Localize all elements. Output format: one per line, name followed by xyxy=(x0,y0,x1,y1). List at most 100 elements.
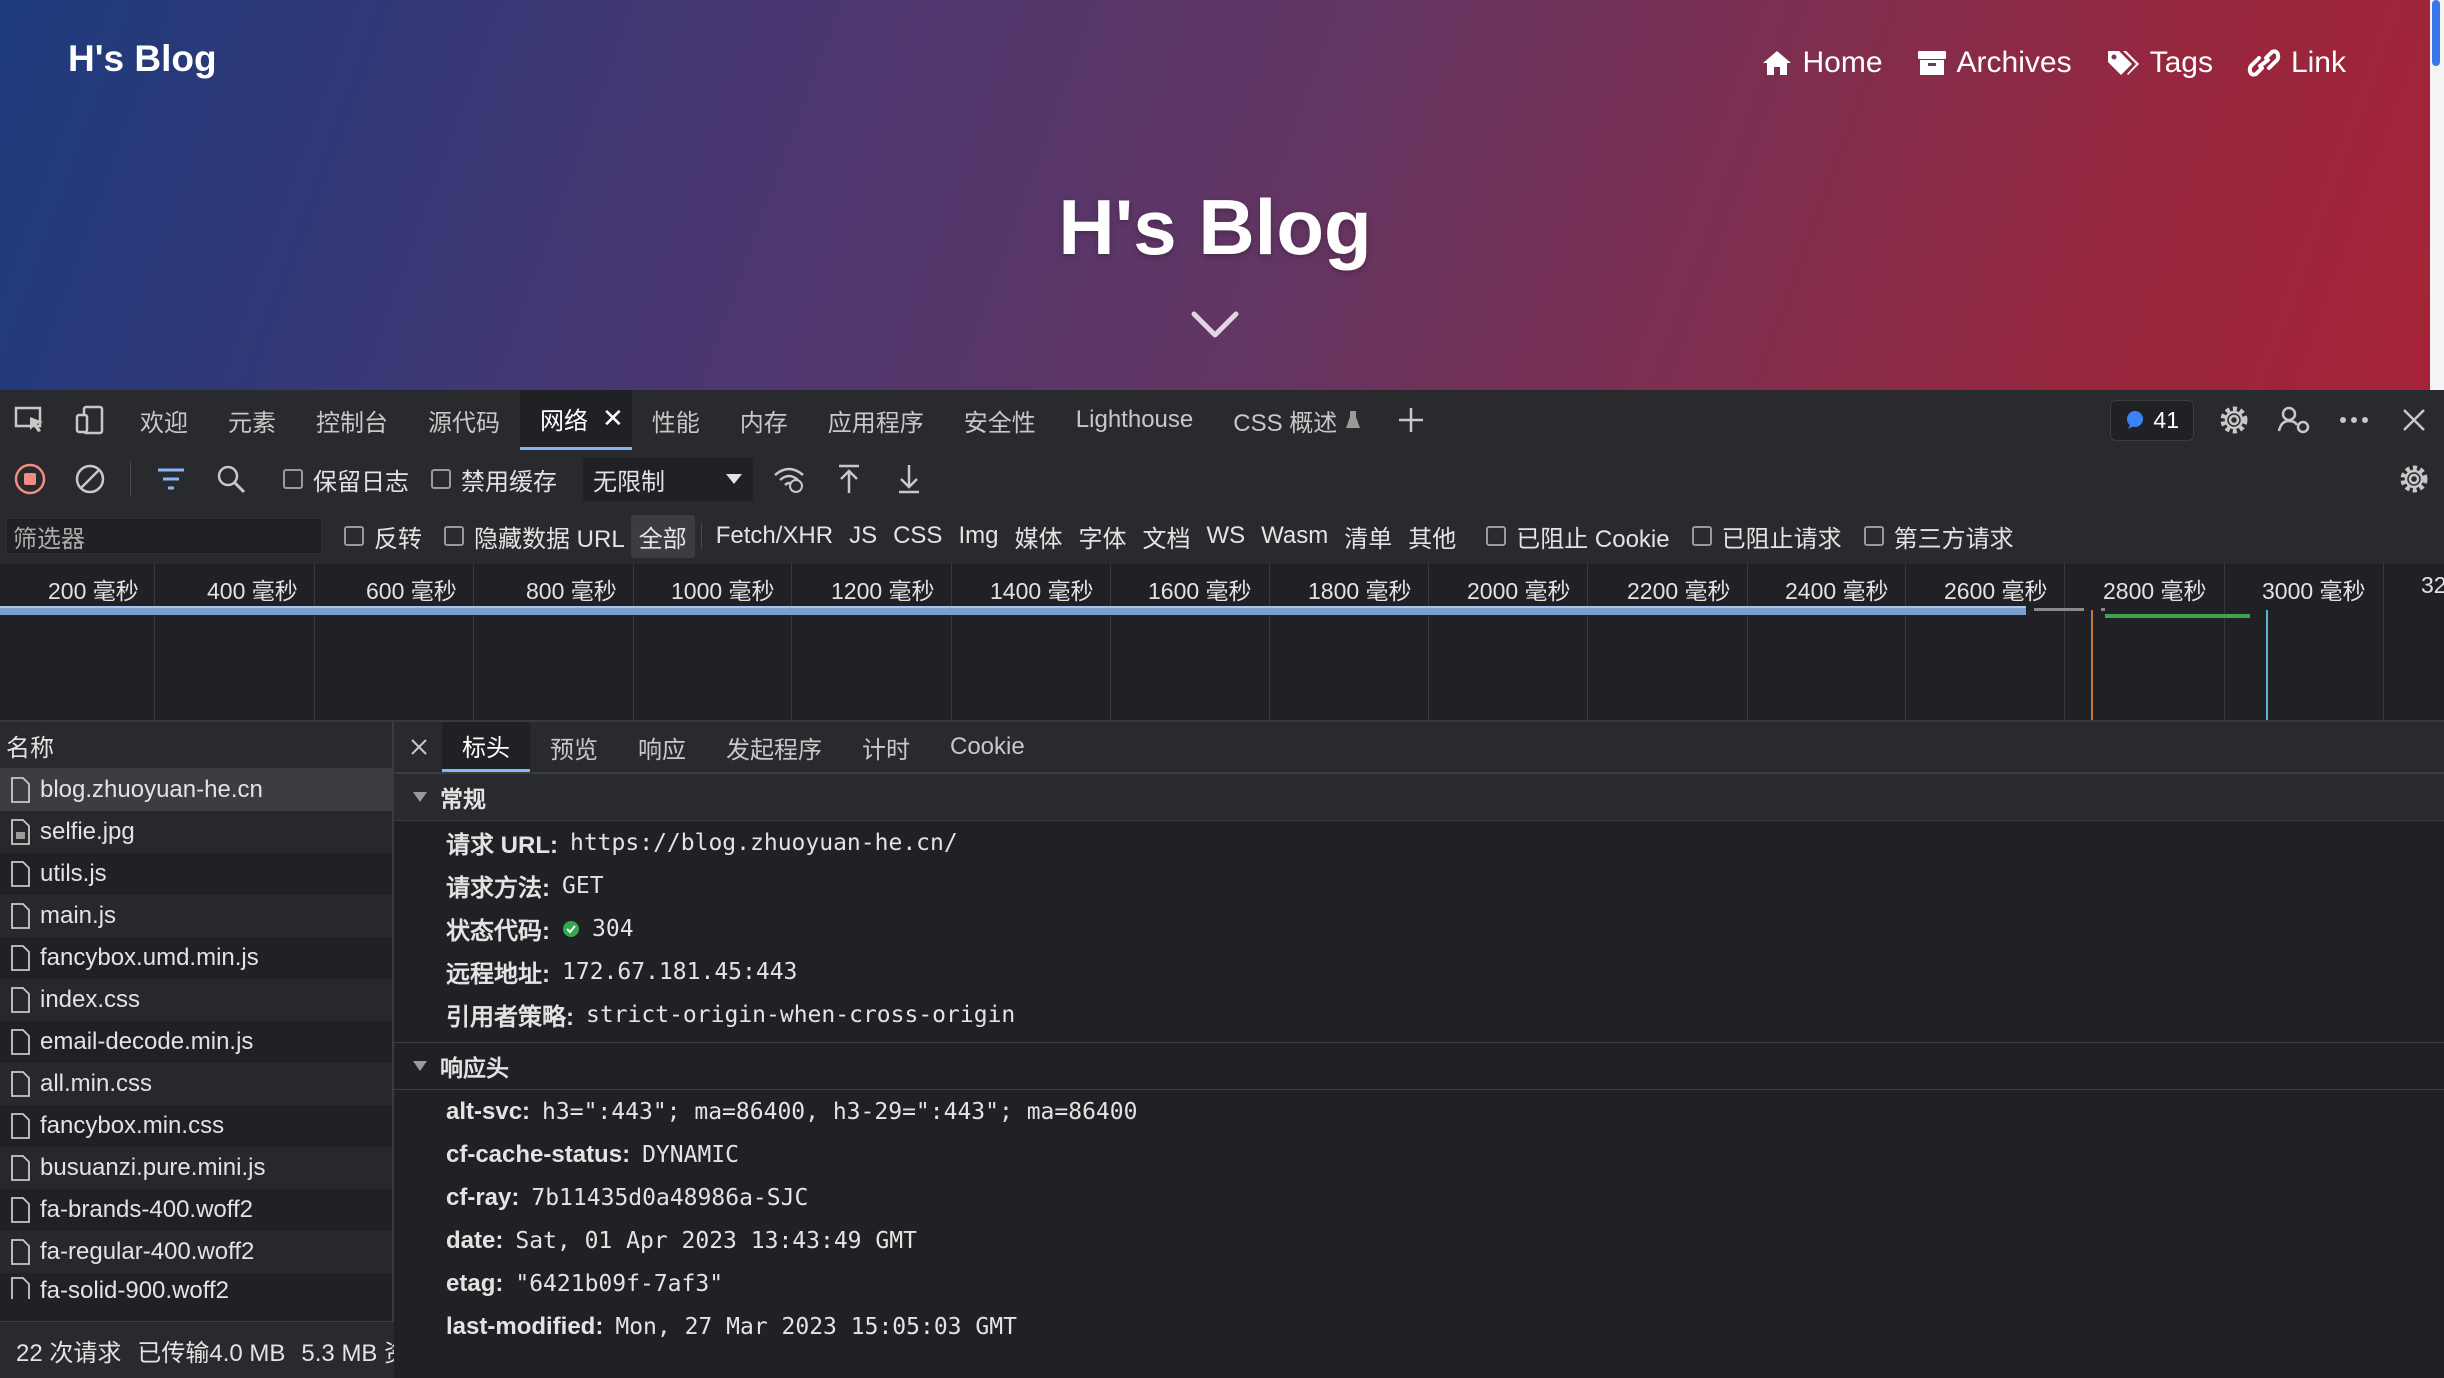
header-key: date: xyxy=(446,1226,504,1254)
tab-preview[interactable]: 预览 xyxy=(530,722,618,772)
nav-link[interactable]: Link xyxy=(2247,46,2346,80)
header-row: alt-svc: h3=":443"; ma=86400, h3-29=":443… xyxy=(394,1090,2444,1133)
stop-recording-icon[interactable] xyxy=(0,449,60,509)
request-name: email-decode.min.js xyxy=(40,1028,254,1055)
filter-type-fetch-xhr[interactable]: Fetch/XHR xyxy=(708,518,841,554)
tab-css-overview-label: CSS 概述 xyxy=(1233,409,1338,437)
general-section-header[interactable]: 常规 xyxy=(394,773,2444,821)
scroll-down-icon[interactable] xyxy=(1190,308,1240,342)
filter-type-css[interactable]: CSS xyxy=(885,518,950,554)
page-scrollbar[interactable] xyxy=(2430,0,2444,390)
import-har-icon[interactable] xyxy=(819,449,879,509)
add-tab-icon[interactable] xyxy=(1381,390,1441,450)
tags-icon xyxy=(2106,49,2140,77)
more-options-icon[interactable] xyxy=(2324,390,2384,450)
inspect-element-icon[interactable] xyxy=(0,390,60,450)
header-row: 状态代码: 304 xyxy=(394,907,2444,950)
filter-type-doc[interactable]: 文档 xyxy=(1134,515,1198,558)
checkbox-box xyxy=(444,526,464,546)
name-column-header[interactable]: 名称 xyxy=(0,722,392,769)
clear-icon[interactable] xyxy=(60,449,120,509)
nav-tags[interactable]: Tags xyxy=(2106,46,2213,80)
customize-devtools-icon[interactable] xyxy=(2264,390,2324,450)
export-har-icon[interactable] xyxy=(879,449,939,509)
archive-icon xyxy=(1917,49,1947,77)
timeline-bar-small xyxy=(2101,608,2105,611)
timeline-tick xyxy=(951,564,952,720)
filter-type-other[interactable]: 其他 xyxy=(1400,515,1464,558)
request-name: index.css xyxy=(40,986,141,1013)
filter-type-media[interactable]: 媒体 xyxy=(1006,515,1070,558)
tab-timing[interactable]: 计时 xyxy=(842,722,930,772)
tab-lighthouse[interactable]: Lighthouse xyxy=(1056,390,1213,450)
device-emulation-icon[interactable] xyxy=(60,390,120,450)
tab-memory[interactable]: 内存 xyxy=(720,390,808,450)
network-overview-timeline[interactable]: 200 毫秒 400 毫秒 600 毫秒 800 毫秒 1000 毫秒 1200… xyxy=(0,564,2444,722)
hide-data-urls-checkbox[interactable]: 隐藏数据 URL xyxy=(444,519,625,554)
tab-headers[interactable]: 标头 xyxy=(442,722,530,772)
tab-elements[interactable]: 元素 xyxy=(208,390,296,450)
filter-type-js[interactable]: JS xyxy=(841,518,885,554)
request-row[interactable]: fancybox.min.css xyxy=(0,1105,392,1147)
site-logo[interactable]: H's Blog xyxy=(68,38,217,80)
tab-application[interactable]: 应用程序 xyxy=(808,390,944,450)
tab-security[interactable]: 安全性 xyxy=(944,390,1056,450)
search-icon[interactable] xyxy=(201,449,261,509)
nav-home[interactable]: Home xyxy=(1761,46,1883,80)
nav-archives[interactable]: Archives xyxy=(1917,46,2072,80)
issues-badge[interactable]: 41 xyxy=(2110,399,2194,441)
tab-network[interactable]: 网络 ✕ xyxy=(520,390,632,450)
invert-checkbox[interactable]: 反转 xyxy=(344,519,422,554)
throttling-select[interactable]: 无限制 xyxy=(583,457,753,501)
header-value: Mon, 27 Mar 2023 15:05:03 GMT xyxy=(615,1313,1017,1340)
request-row[interactable]: index.css xyxy=(0,979,392,1021)
close-devtools-icon[interactable] xyxy=(2384,390,2444,450)
preserve-log-checkbox[interactable]: 保留日志 xyxy=(283,462,409,497)
page-scrollbar-thumb[interactable] xyxy=(2432,0,2440,66)
filter-type-font[interactable]: 字体 xyxy=(1070,515,1134,558)
tab-initiator[interactable]: 发起程序 xyxy=(706,722,842,772)
settings-gear-icon[interactable] xyxy=(2204,390,2264,450)
filter-type-manifest[interactable]: 清单 xyxy=(1336,515,1400,558)
close-tab-icon[interactable]: ✕ xyxy=(602,403,624,434)
blocked-requests-checkbox[interactable]: 已阻止请求 xyxy=(1691,519,1842,554)
tab-response[interactable]: 响应 xyxy=(618,722,706,772)
request-row[interactable]: email-decode.min.js xyxy=(0,1021,392,1063)
request-row[interactable]: fa-brands-400.woff2 xyxy=(0,1189,392,1231)
tab-welcome[interactable]: 欢迎 xyxy=(120,390,208,450)
tab-console[interactable]: 控制台 xyxy=(296,390,408,450)
blocked-cookies-checkbox[interactable]: 已阻止 Cookie xyxy=(1486,519,1670,554)
timeline-tick xyxy=(1428,564,1429,720)
filter-type-all[interactable]: 全部 xyxy=(630,514,695,558)
request-row[interactable]: fa-solid-900.woff2 xyxy=(0,1273,392,1299)
file-icon xyxy=(10,1155,30,1181)
close-detail-icon[interactable] xyxy=(394,738,442,756)
tab-cookies[interactable]: Cookie xyxy=(930,722,1045,772)
tab-sources[interactable]: 源代码 xyxy=(408,390,520,450)
filter-icon[interactable] xyxy=(141,449,201,509)
tab-performance[interactable]: 性能 xyxy=(632,390,720,450)
file-icon xyxy=(10,1029,30,1055)
timeline-tick xyxy=(1747,564,1748,720)
filter-type-ws[interactable]: WS xyxy=(1198,518,1253,554)
request-row[interactable]: utils.js xyxy=(0,853,392,895)
filter-type-wasm[interactable]: Wasm xyxy=(1253,518,1336,554)
request-row[interactable]: blog.zhuoyuan-he.cn xyxy=(0,769,392,811)
request-row[interactable]: busuanzi.pure.mini.js xyxy=(0,1147,392,1189)
network-conditions-icon[interactable] xyxy=(759,449,819,509)
tab-css-overview[interactable]: CSS 概述 xyxy=(1213,390,1381,450)
filter-input[interactable]: 筛选器 xyxy=(6,518,322,554)
request-row[interactable]: fa-regular-400.woff2 xyxy=(0,1231,392,1273)
network-settings-icon[interactable] xyxy=(2384,449,2444,509)
request-row[interactable]: fancybox.umd.min.js xyxy=(0,937,392,979)
response-headers-section-header[interactable]: 响应头 xyxy=(394,1042,2444,1090)
disable-cache-checkbox[interactable]: 禁用缓存 xyxy=(431,462,557,497)
third-party-checkbox[interactable]: 第三方请求 xyxy=(1863,519,2014,554)
request-row[interactable]: main.js xyxy=(0,895,392,937)
filter-type-img[interactable]: Img xyxy=(950,518,1006,554)
request-row[interactable]: all.min.css xyxy=(0,1063,392,1105)
timeline-tick xyxy=(1110,564,1111,720)
request-row[interactable]: selfie.jpg xyxy=(0,811,392,853)
timeline-tick xyxy=(2064,564,2065,720)
timeline-label: 1400 毫秒 xyxy=(990,578,1094,604)
